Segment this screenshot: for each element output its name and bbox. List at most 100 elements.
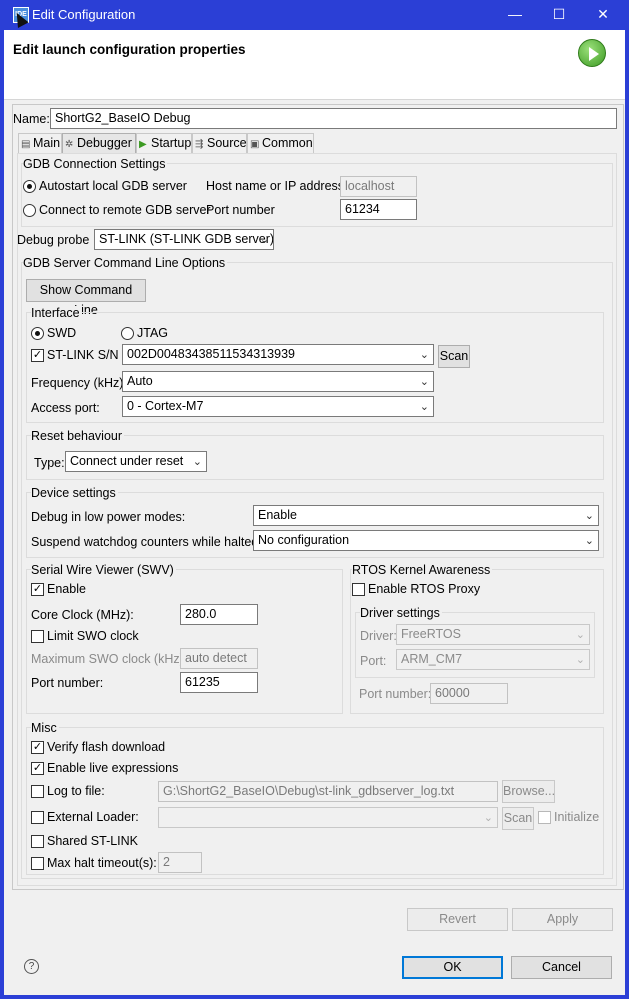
startup-tab-icon: ▶ [139, 139, 147, 150]
revert-button[interactable]: Revert [407, 908, 508, 931]
max-swo-label: Maximum SWO clock (kHz): [31, 652, 188, 666]
log-to-file-checkbox[interactable] [31, 785, 44, 798]
chevron-down-icon: ⌄ [575, 654, 585, 666]
port-label: Port number [206, 203, 275, 217]
gdb-connection-title: GDB Connection Settings [23, 157, 168, 171]
access-port-select[interactable]: 0 - Cortex-M7 ⌄ [122, 396, 434, 417]
apply-button[interactable]: Apply [512, 908, 613, 931]
watchdog-label: Suspend watchdog counters while halted: [31, 535, 262, 549]
swd-radio[interactable] [31, 327, 44, 340]
debug-probe-select[interactable]: ST-LINK (ST-LINK GDB server) ⌄ [94, 229, 274, 250]
low-power-select[interactable]: Enable ⌄ [253, 505, 599, 526]
core-clock-field[interactable]: 280.0 [180, 604, 258, 625]
swv-enable-checkbox[interactable]: ✓ [31, 583, 44, 596]
dialog-heading: Edit launch configuration properties [13, 42, 246, 57]
dialog-header: Edit launch configuration properties [4, 30, 625, 100]
name-label: Name: [13, 112, 50, 126]
chevron-down-icon: ⌄ [419, 401, 429, 413]
external-loader-checkbox[interactable] [31, 811, 44, 824]
frequency-select[interactable]: Auto ⌄ [122, 371, 434, 392]
reset-type-select[interactable]: Connect under reset ⌄ [65, 451, 207, 472]
limit-swo-checkbox[interactable] [31, 630, 44, 643]
device-title: Device settings [31, 486, 118, 500]
rtos-proxy-label: Enable RTOS Proxy [368, 582, 481, 596]
max-swo-field[interactable]: auto detect [180, 648, 258, 669]
shared-stlink-checkbox[interactable] [31, 835, 44, 848]
chevron-down-icon: ⌄ [483, 812, 493, 824]
max-halt-field[interactable]: 2 [158, 852, 202, 873]
main-tab-icon: ▤ [21, 139, 31, 150]
rtos-port-number-label: Port number: [359, 687, 432, 701]
host-label: Host name or IP address [206, 179, 345, 193]
remote-gdb-label: Connect to remote GDB server [39, 203, 211, 217]
chevron-down-icon: ⌄ [584, 510, 594, 522]
verify-flash-checkbox[interactable]: ✓ [31, 741, 44, 754]
watchdog-select[interactable]: No configuration ⌄ [253, 530, 599, 551]
tab-startup[interactable]: ▶ Startup [136, 133, 192, 153]
stlink-sn-select[interactable]: 002D00483438511534313939 ⌄ [122, 344, 434, 365]
tab-common[interactable]: ▣ Common [247, 133, 314, 153]
chevron-down-icon: ⌄ [259, 234, 269, 246]
autostart-radio[interactable] [23, 180, 36, 193]
swv-port-label: Port number: [31, 676, 104, 690]
swv-port-field[interactable]: 61235 [180, 672, 258, 693]
loader-scan-button[interactable]: Scan [502, 807, 534, 830]
tab-source[interactable]: ⇶ Source [192, 133, 247, 153]
name-field[interactable]: ShortG2_BaseIO Debug [50, 108, 617, 129]
maximize-button[interactable]: ☐ [537, 0, 581, 30]
driver-settings-title: Driver settings [360, 606, 442, 620]
log-to-file-label: Log to file: [47, 784, 105, 798]
max-halt-label: Max halt timeout(s): [47, 856, 157, 870]
external-loader-select[interactable]: ⌄ [158, 807, 498, 828]
minimize-button[interactable]: — [493, 0, 537, 30]
chevron-down-icon: ⌄ [419, 349, 429, 361]
cancel-button[interactable]: Cancel [511, 956, 612, 979]
live-expressions-label: Enable live expressions [47, 761, 179, 775]
jtag-label: JTAG [137, 326, 169, 340]
shared-stlink-label: Shared ST-LINK [47, 834, 139, 848]
gdb-connection-group [21, 163, 613, 227]
max-halt-checkbox[interactable] [31, 857, 44, 870]
rtos-port-label: Port: [360, 654, 387, 668]
host-field[interactable]: localhost [340, 176, 417, 197]
misc-title: Misc [31, 721, 59, 735]
swv-enable-label: Enable [47, 582, 86, 596]
browse-button[interactable]: Browse... [502, 780, 555, 803]
debugger-tab-icon: ✲ [65, 139, 74, 150]
live-expressions-checkbox[interactable]: ✓ [31, 762, 44, 775]
verify-flash-label: Verify flash download [47, 740, 166, 754]
access-port-label: Access port: [31, 401, 100, 415]
scan-button[interactable]: Scan [438, 345, 470, 368]
frequency-label: Frequency (kHz): [31, 376, 127, 390]
log-file-field[interactable]: G:\ShortG2_BaseIO\Debug\st-link_gdbserve… [158, 781, 498, 802]
rtos-port-number-field[interactable]: 60000 [430, 683, 508, 704]
rtos-port-select[interactable]: ARM_CM7 ⌄ [396, 649, 590, 670]
initialize-checkbox[interactable] [538, 811, 551, 824]
autostart-label: Autostart local GDB server [39, 179, 187, 193]
rtos-proxy-checkbox[interactable] [352, 583, 365, 596]
external-loader-label: External Loader: [47, 810, 139, 824]
stlink-sn-label: ST-LINK S/N [47, 348, 119, 362]
stlink-sn-checkbox[interactable]: ✓ [31, 349, 44, 362]
close-button[interactable]: ✕ [581, 0, 625, 30]
remote-gdb-radio[interactable] [23, 204, 36, 217]
port-field[interactable]: 61234 [340, 199, 417, 220]
tab-main[interactable]: ▤ Main [18, 133, 62, 153]
swd-label: SWD [47, 326, 77, 340]
source-tab-icon: ⇶ [195, 139, 204, 150]
chevron-down-icon: ⌄ [584, 535, 594, 547]
low-power-label: Debug in low power modes: [31, 510, 186, 524]
chevron-down-icon: ⌄ [575, 629, 585, 641]
ok-button[interactable]: OK [402, 956, 503, 979]
interface-title: Interface [31, 306, 82, 320]
help-icon[interactable]: ? [24, 959, 39, 974]
title-bar[interactable]: IDE Edit Configuration — ☐ ✕ [4, 0, 625, 30]
chevron-down-icon: ⌄ [419, 376, 429, 388]
reset-title: Reset behaviour [31, 429, 125, 443]
driver-select[interactable]: FreeRTOS ⌄ [396, 624, 590, 645]
jtag-radio[interactable] [121, 327, 134, 340]
server-options-title: GDB Server Command Line Options [23, 256, 228, 270]
reset-type-label: Type: [34, 456, 65, 470]
show-command-line-button[interactable]: Show Command Line [26, 279, 146, 317]
tab-debugger[interactable]: ✲ Debugger [62, 133, 136, 153]
